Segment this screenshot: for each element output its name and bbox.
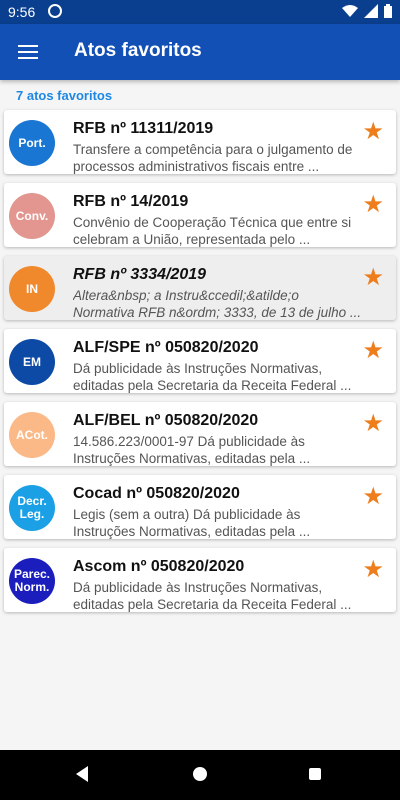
navigation-bar — [0, 750, 400, 800]
wifi-icon — [342, 5, 358, 17]
item-description: 14.586.223/0001-97 Dá publicidade às Ins… — [73, 434, 311, 466]
item-description: Altera&nbsp; a Instru&ccedil;&atilde;o N… — [73, 288, 362, 320]
item-title: RFB nº 14/2019 — [73, 193, 189, 210]
item-description: Transfere a competência para o julgament… — [73, 142, 353, 174]
item-title: Ascom nº 050820/2020 — [73, 558, 245, 575]
list-item[interactable]: ACot. ALF/BEL nº 050820/2020 14.586.223/… — [4, 402, 396, 466]
star-icon[interactable]: ★ — [362, 193, 384, 217]
list-item[interactable]: IN RFB nº 3334/2019 Altera&nbsp; a Instr… — [4, 256, 396, 320]
home-icon[interactable] — [193, 767, 207, 781]
app-bar: Atos favoritos — [0, 24, 400, 80]
status-time: 9:56 — [8, 4, 36, 20]
favorites-count: 7 atos favoritos — [16, 88, 113, 103]
item-description: Legis (sem a outra) Dá publicidade às In… — [73, 507, 311, 539]
status-icons — [342, 4, 392, 18]
type-badge: ACot. — [9, 412, 55, 458]
star-icon[interactable]: ★ — [362, 558, 384, 582]
item-title: ALF/BEL nº 050820/2020 — [73, 412, 259, 429]
type-badge: Port. — [9, 120, 55, 166]
item-title: RFB nº 11311/2019 — [73, 120, 214, 137]
list-item[interactable]: Conv. RFB nº 14/2019 Convênio de Coopera… — [4, 183, 396, 247]
status-bar: 9:56 — [0, 0, 400, 24]
type-badge: Conv. — [9, 193, 55, 239]
favorites-list: Port. RFB nº 11311/2019 Transfere a comp… — [4, 110, 396, 621]
page-title: Atos favoritos — [74, 40, 202, 61]
back-icon[interactable] — [76, 766, 88, 782]
list-item[interactable]: Decr. Leg. Cocad nº 050820/2020 Legis (s… — [4, 475, 396, 539]
item-description: Dá publicidade às Instruções Normativas,… — [73, 580, 352, 612]
star-icon[interactable]: ★ — [362, 339, 384, 363]
item-title: ALF/SPE nº 050820/2020 — [73, 339, 259, 356]
list-item[interactable]: EM ALF/SPE nº 050820/2020 Dá publicidade… — [4, 329, 396, 393]
app-notification-icon — [48, 4, 62, 18]
recents-icon[interactable] — [309, 768, 321, 780]
star-icon[interactable]: ★ — [362, 412, 384, 436]
type-badge: EM — [9, 339, 55, 385]
menu-icon[interactable] — [14, 38, 42, 66]
item-description: Dá publicidade às Instruções Normativas,… — [73, 361, 352, 393]
item-title: RFB nº 3334/2019 — [73, 266, 207, 283]
star-icon[interactable]: ★ — [362, 485, 384, 509]
list-item[interactable]: Port. RFB nº 11311/2019 Transfere a comp… — [4, 110, 396, 174]
type-badge: Decr. Leg. — [9, 485, 55, 531]
type-badge: IN — [9, 266, 55, 312]
star-icon[interactable]: ★ — [362, 266, 384, 290]
type-badge: Parec. Norm. — [9, 558, 55, 604]
item-title: Cocad nº 050820/2020 — [73, 485, 240, 502]
battery-icon — [384, 4, 392, 18]
item-description: Convênio de Cooperação Técnica que entre… — [73, 215, 352, 247]
list-item[interactable]: Parec. Norm. Ascom nº 050820/2020 Dá pub… — [4, 548, 396, 612]
star-icon[interactable]: ★ — [362, 120, 384, 144]
signal-icon — [364, 4, 378, 18]
